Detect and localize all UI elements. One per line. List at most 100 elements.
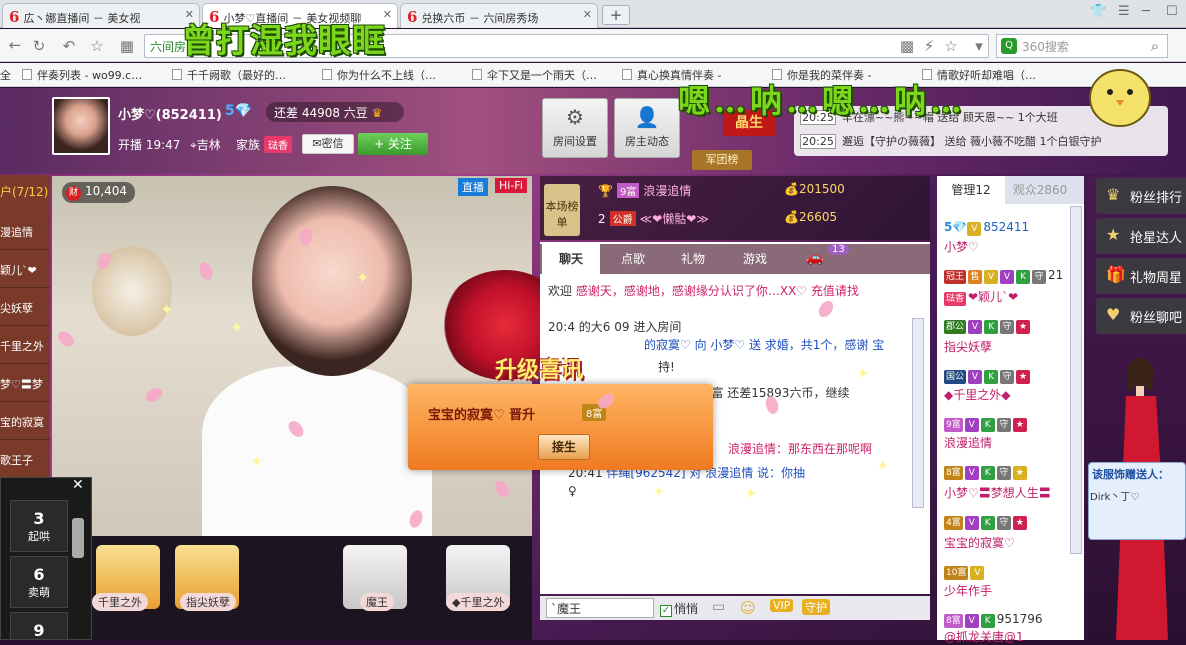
minimize-icon[interactable]: ─ xyxy=(1142,4,1150,19)
host-name[interactable]: 小梦♡(852411) xyxy=(118,104,222,123)
lightning-icon[interactable]: ⚡ xyxy=(920,37,938,55)
tab-gifts[interactable]: 礼物 xyxy=(664,244,722,274)
new-tab-button[interactable]: + xyxy=(602,5,630,25)
guard-item[interactable]: 尖妖孽 xyxy=(0,290,50,326)
member-name[interactable]: 小梦♡〓梦想人生〓 xyxy=(944,484,1051,501)
leaderboard-row[interactable]: 🏆 9富 浪漫追情 💰201500 xyxy=(598,182,845,202)
tab-songs[interactable]: 点歌 xyxy=(604,244,662,274)
outfit-giver-name[interactable]: Dirk丶丁♡ xyxy=(1090,488,1139,503)
member-name-text: ❤颖儿`❤ xyxy=(968,290,1019,304)
search-engine-icon[interactable]: Q xyxy=(1001,38,1017,54)
family-badge[interactable]: 琺香 xyxy=(264,136,292,153)
whisper-toggle[interactable]: ✓ 悄悄 xyxy=(660,600,698,617)
key-number: 3 xyxy=(33,509,45,528)
chat-scrollbar[interactable] xyxy=(912,318,924,508)
folder-icon xyxy=(472,69,482,80)
room-settings-button[interactable]: ⚙ 房间设置 xyxy=(542,98,608,158)
follow-button[interactable]: + 关注 xyxy=(358,133,428,155)
guard-item[interactable]: 宝的寂寞 xyxy=(0,404,50,440)
guard-item[interactable]: 梦♡〓梦 xyxy=(0,366,50,402)
tab-audience[interactable]: 观众2860 xyxy=(1006,176,1074,204)
guard-button[interactable]: 守护 xyxy=(802,599,830,615)
purple-badge: V xyxy=(964,418,979,432)
member-badges: 10富 V xyxy=(944,564,986,580)
keypad-key[interactable]: 3 起哄 xyxy=(10,500,68,552)
member-name[interactable]: ◆千里之外◆ xyxy=(944,386,1010,403)
accept-button[interactable]: 接生 xyxy=(538,434,590,460)
qr-code-icon[interactable]: ▩ xyxy=(898,37,916,55)
guard-item[interactable]: 漫追情 xyxy=(0,214,50,250)
member-level: 10富 xyxy=(944,566,969,580)
bookmark-star-icon[interactable]: ☆ xyxy=(942,37,960,55)
shirt-icon[interactable]: 👕 xyxy=(1090,4,1106,19)
folder-icon xyxy=(22,69,32,80)
guard-item[interactable]: 歌王子 xyxy=(0,442,50,478)
purple-badge: V xyxy=(964,516,979,530)
host-feed-button[interactable]: 👤 房主动态 xyxy=(614,98,680,158)
close-icon[interactable]: ✕ xyxy=(72,477,84,493)
car-icon[interactable]: 🚗 xyxy=(806,250,823,266)
bookmark-item[interactable]: 千千阙歌（最好的… xyxy=(172,67,286,83)
bookmark-item[interactable]: 伞下又是一个雨天（… xyxy=(472,67,597,83)
refresh-icon[interactable]: ↻ xyxy=(30,37,48,55)
image-icon[interactable]: ▭ xyxy=(712,599,725,615)
member-name[interactable]: 浪漫追情 xyxy=(944,434,992,451)
guard-item[interactable]: 千里之外 xyxy=(0,328,50,364)
ticker-row: 20:25 邂逅【守护の薇薇】 送给 薇小薇不吃醋 1个白银守护 xyxy=(800,133,1102,151)
bookmark-label: 伞下又是一个雨天（… xyxy=(487,69,597,82)
host-avatar[interactable] xyxy=(52,97,110,155)
guard-item[interactable]: 颖儿`❤ xyxy=(0,252,50,288)
browser-tab-3[interactable]: 6 兑换六币 － 六间房秀场 ✕ xyxy=(400,3,598,28)
private-message-button[interactable]: ✉密信 xyxy=(302,134,354,154)
favorite-star-icon[interactable]: ☆ xyxy=(88,37,106,55)
guard-badge: 守 xyxy=(996,516,1011,530)
vip-badge: V xyxy=(970,566,985,580)
car-count-badge: 13 xyxy=(828,244,849,255)
browser-tab-1[interactable]: 6 広丶娜直播间 － 美女视 ✕ xyxy=(2,3,200,28)
undo-icon[interactable]: ↶ xyxy=(60,37,78,55)
vip-button[interactable]: VIP xyxy=(770,599,794,612)
fans-rank-button[interactable]: ♛ 粉丝排行 xyxy=(1096,178,1186,214)
gift-label: ◆千里之外 xyxy=(446,593,511,611)
member-name[interactable]: 少年作手 xyxy=(944,582,992,599)
tab-chat[interactable]: 聊天 xyxy=(542,244,600,274)
tab-managers[interactable]: 管理12 xyxy=(937,176,1005,204)
chick-mascot-icon xyxy=(1089,69,1151,127)
checkbox-checked-icon[interactable]: ✓ xyxy=(660,605,672,617)
bookmark-item[interactable]: 全 xyxy=(0,67,11,83)
keypad-key[interactable]: 6 卖萌 xyxy=(10,556,68,608)
close-tab-icon[interactable]: ✕ xyxy=(583,8,592,21)
tab-games[interactable]: 游戏 xyxy=(726,244,784,274)
member-name[interactable]: 琺香 ❤颖儿`❤ xyxy=(944,288,1018,306)
star-grabber-button[interactable]: ★ 抢星达人 xyxy=(1096,218,1186,254)
bookmark-item[interactable]: 你为什么不上线（… xyxy=(322,67,436,83)
guard-badge: 守 xyxy=(1032,270,1047,284)
gift-weekly-star-button[interactable]: 🎁 礼物周星 xyxy=(1096,258,1186,294)
apps-grid-icon[interactable]: ▦ xyxy=(118,37,136,55)
gear-icon: ⚙ xyxy=(566,105,584,129)
leaderboard-row[interactable]: 2 公爵 ≪❤懒骷❤≫ 💰26605 xyxy=(598,210,837,230)
leaderboard-points: 💰201500 xyxy=(784,182,845,196)
k-badge: K xyxy=(984,370,999,384)
member-scrollbar[interactable] xyxy=(1070,206,1082,554)
bookmark-item[interactable]: 伴奏列表 - wo99.c… xyxy=(22,67,142,83)
keypad-key[interactable]: 9 xyxy=(10,612,68,640)
member-name[interactable]: 指尖妖孽 xyxy=(944,338,992,355)
military-rank-button[interactable]: 军团榜 xyxy=(692,150,752,170)
chat-recipient-input[interactable]: `魔王 xyxy=(546,598,654,618)
emoji-icon[interactable]: ☺ xyxy=(740,599,756,617)
member-name[interactable]: 宝宝的寂寞♡ xyxy=(944,534,1015,551)
browser-tab-3-label: 兑换六币 － 六间房秀场 xyxy=(421,12,539,25)
chat-line-text: ♀ xyxy=(568,484,577,498)
sparkle-decoration: ✦ xyxy=(160,300,174,319)
member-name[interactable]: 小梦♡ xyxy=(944,238,979,255)
back-icon[interactable]: ← xyxy=(6,36,24,54)
keypad-scrollbar[interactable] xyxy=(72,518,84,558)
sparkle-decoration: ✦ xyxy=(856,364,870,383)
member-name[interactable]: @抓龙关唐@1 xyxy=(944,628,1024,645)
envelope-icon: ✉ xyxy=(312,137,322,150)
menu-icon[interactable]: ☰ xyxy=(1118,4,1130,19)
dropdown-arrow-icon[interactable]: ▾ xyxy=(970,37,988,55)
fans-chat-button[interactable]: ♥ 粉丝聊吧 xyxy=(1096,298,1186,334)
maximize-icon[interactable]: ☐ xyxy=(1166,4,1178,19)
